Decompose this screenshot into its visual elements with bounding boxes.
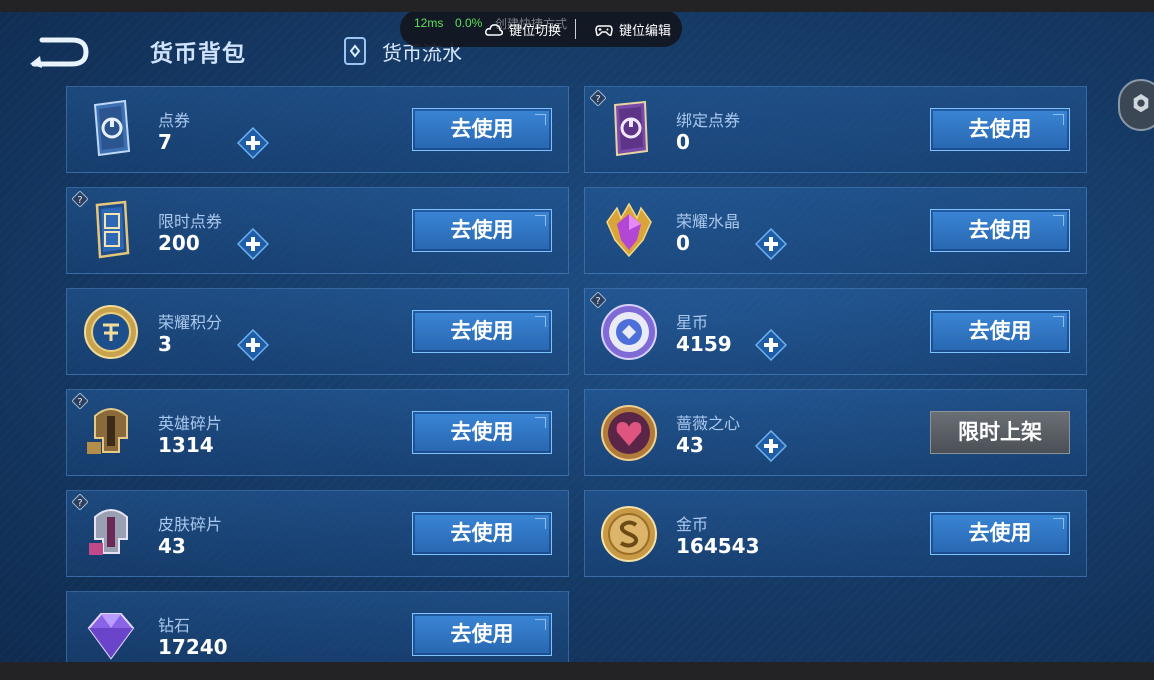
currency-name: 点券: [158, 111, 191, 130]
use-button[interactable]: 去使用: [930, 310, 1070, 353]
currency-card-xingbi: ? 星币 4159 去使用: [584, 288, 1087, 375]
keymap-edit-button[interactable]: 键位编辑: [595, 20, 671, 39]
use-button[interactable]: 去使用: [412, 512, 552, 555]
currency-amount: 1314: [158, 433, 214, 457]
emulator-toolbar: 12ms 0.0% 创建快捷方式 键位切换 键位编辑: [400, 12, 682, 47]
currency-amount: 43: [158, 534, 186, 558]
back-arrow-icon[interactable]: [28, 34, 90, 68]
currency-name: 荣耀积分: [158, 313, 223, 332]
use-button[interactable]: 去使用: [412, 310, 552, 353]
currency-amount: 0: [676, 130, 690, 154]
currency-name: 钻石: [158, 616, 191, 635]
currency-card-xianshi: ? 限时点券 200 去使用: [66, 187, 569, 274]
star-coin-icon: [601, 304, 657, 360]
currency-name: 金币: [676, 515, 709, 534]
keymap-edit-label: 键位编辑: [619, 23, 672, 38]
use-button[interactable]: 去使用: [412, 613, 552, 656]
packet-loss-readout: 0.0%: [455, 16, 483, 30]
currency-card-pifu: ? 皮肤碎片 43 去使用: [66, 490, 569, 577]
cloud-gamepad-icon: [485, 23, 503, 36]
currency-amount: 17240: [158, 635, 228, 659]
hero-fragment-icon: [87, 408, 128, 454]
use-button[interactable]: 去使用: [412, 411, 552, 454]
keymap-switch-label: 键位切换: [509, 23, 562, 38]
plus-icon[interactable]: [237, 329, 269, 361]
plus-icon[interactable]: [237, 228, 269, 260]
currency-amount: 164543: [676, 534, 760, 558]
plus-icon[interactable]: [755, 430, 787, 462]
gamepad-icon: [595, 24, 613, 36]
window-bottom-bar: [0, 662, 1154, 680]
bound-voucher-icon: [613, 100, 649, 157]
latency-readout: 12ms: [414, 16, 444, 30]
currency-amount: 3: [158, 332, 172, 356]
currency-card-zuanshi: 钻石 17240 去使用: [66, 591, 569, 662]
currency-name: 蔷薇之心: [676, 414, 741, 433]
currency-amount: 200: [158, 231, 200, 255]
use-button[interactable]: 去使用: [412, 209, 552, 252]
points-coin-icon: [84, 305, 138, 359]
currency-amount: 7: [158, 130, 172, 154]
currency-card-bangding: ? 绑定点券 0 去使用: [584, 86, 1087, 173]
currency-card-jifen: 荣耀积分 3 去使用: [66, 288, 569, 375]
limited-voucher-icon: [95, 200, 130, 259]
keymap-switch-button[interactable]: 键位切换: [485, 20, 561, 39]
currency-name: 星币: [676, 313, 709, 332]
currency-amount: 4159: [676, 332, 732, 356]
currency-card-shuijing: 荣耀水晶 0 去使用: [584, 187, 1087, 274]
skin-fragment-icon: [89, 509, 128, 555]
currency-name: 限时点券: [158, 212, 223, 231]
limited-release-label: 限时上架: [930, 411, 1070, 454]
currency-name: 英雄碎片: [158, 414, 223, 433]
gear-icon: [1133, 94, 1149, 113]
use-button[interactable]: 去使用: [930, 209, 1070, 252]
currency-flow-icon: [344, 37, 366, 65]
rose-heart-icon: [601, 405, 657, 461]
voucher-icon: [93, 99, 131, 157]
currency-card-yingxiong: ? 英雄碎片 1314 去使用: [66, 389, 569, 476]
currency-card-qiangwei: 蔷薇之心 43 限时上架: [584, 389, 1087, 476]
crystal-icon: [606, 202, 652, 258]
window-top-bar: [0, 0, 1154, 12]
currency-amount: 43: [676, 433, 704, 457]
game-screen: 货币背包 货币流水 点券 7 去使用 ? 绑定点券 0 去使用 ? 限时点券 2…: [0, 12, 1154, 662]
use-button[interactable]: 去使用: [412, 108, 552, 151]
toolbar-divider: [575, 19, 576, 39]
currency-card-dianquan: 点券 7 去使用: [66, 86, 569, 173]
use-button[interactable]: 去使用: [930, 108, 1070, 151]
plus-icon[interactable]: [755, 329, 787, 361]
currency-card-jinbi: 金币 164543 去使用: [584, 490, 1087, 577]
currency-amount: 0: [676, 231, 690, 255]
currency-name: 皮肤碎片: [158, 515, 223, 534]
plus-icon[interactable]: [755, 228, 787, 260]
plus-icon[interactable]: [237, 127, 269, 159]
settings-side-button[interactable]: [1118, 79, 1154, 131]
use-button[interactable]: 去使用: [930, 512, 1070, 555]
diamond-icon: [87, 613, 135, 660]
currency-name: 绑定点券: [676, 111, 741, 130]
currency-name: 荣耀水晶: [676, 212, 741, 231]
gold-coin-icon: [601, 506, 657, 562]
page-title: 货币背包: [150, 41, 246, 67]
